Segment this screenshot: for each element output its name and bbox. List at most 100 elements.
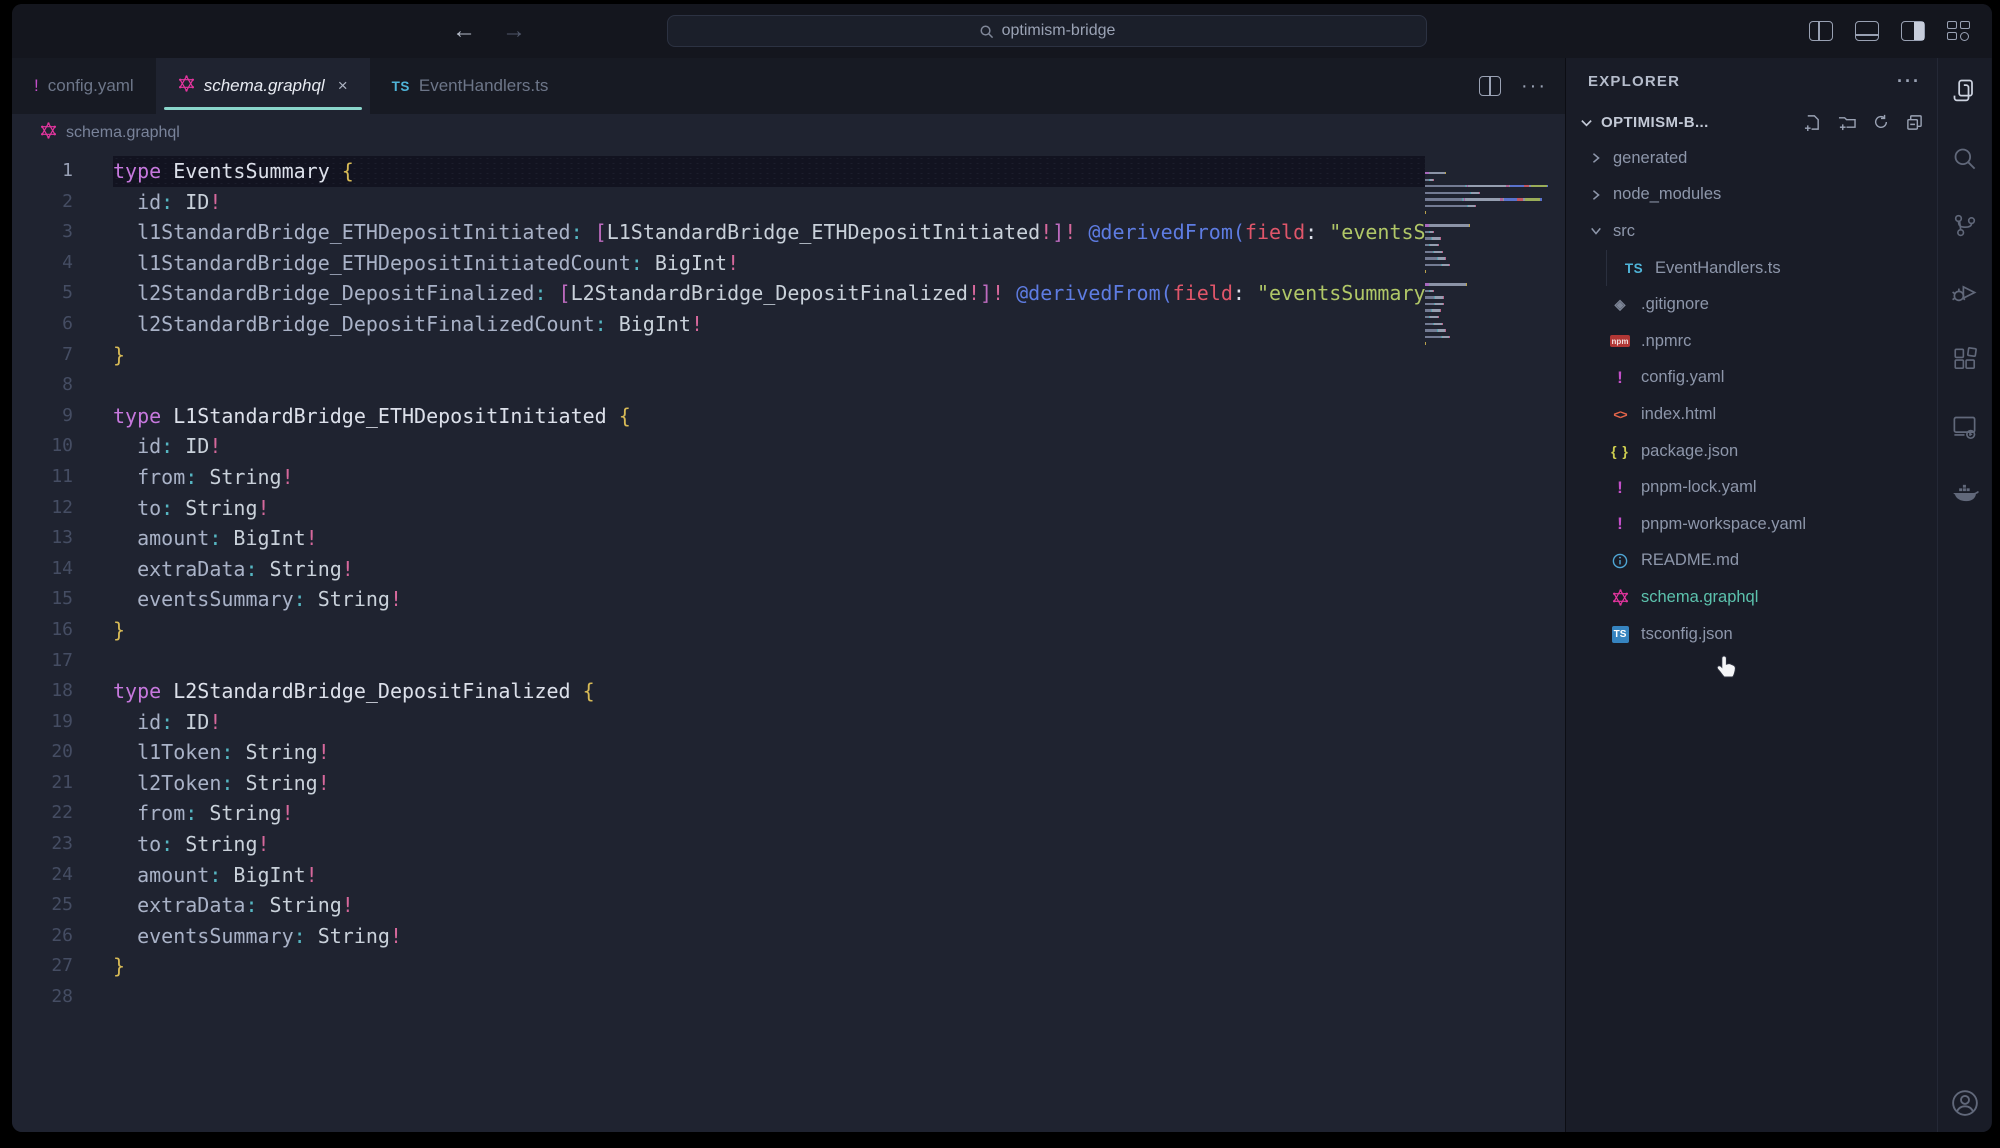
code-line: 5 l2StandardBridge_DepositFinalized: [L2…: [12, 278, 1425, 309]
customize-layout-icon[interactable]: [1947, 21, 1970, 41]
file-package.json[interactable]: { }package.json: [1566, 433, 1937, 470]
file-README.md[interactable]: README.md: [1566, 543, 1937, 580]
line-number: 15: [12, 584, 73, 615]
code-line: 1type EventsSummary {: [12, 156, 1425, 187]
line-number: 6: [12, 309, 73, 340]
line-number: 12: [12, 493, 73, 524]
line-number: 5: [12, 278, 73, 309]
code-line: 26 eventsSummary: String!: [12, 921, 1425, 952]
tree-item-label: pnpm-workspace.yaml: [1641, 515, 1806, 534]
refresh-icon[interactable]: [1873, 114, 1889, 130]
tree-item-label: schema.graphql: [1641, 588, 1758, 607]
nav-back-icon[interactable]: ←: [452, 17, 476, 45]
line-number: 3: [12, 217, 73, 248]
folder-generated[interactable]: generated: [1566, 140, 1937, 177]
tree-item-label: src: [1613, 222, 1635, 241]
code-line: 28: [12, 982, 1425, 1013]
project-root-row[interactable]: OPTIMISM-B...: [1566, 104, 1937, 140]
search-value: optimism-bridge: [1002, 22, 1116, 40]
exclaim-icon: !: [1610, 368, 1630, 388]
tab-bar: !config.yaml schema.graphql × TSEventHandle…: [12, 58, 1565, 114]
editor-more-actions-icon[interactable]: ···: [1521, 75, 1547, 98]
tree-item-label: tsconfig.json: [1641, 625, 1733, 644]
explorer-icon[interactable]: [1950, 76, 1980, 106]
remote-explorer-icon[interactable]: [1950, 411, 1980, 441]
new-file-icon[interactable]: [1804, 114, 1821, 131]
vscode-window: ← → optimism-bridge ! config.yaml schema.g…: [12, 4, 1992, 1132]
file-tsconfig.json[interactable]: TS tsconfig.json: [1566, 616, 1937, 653]
toggle-panel-icon[interactable]: [1855, 21, 1879, 41]
tree-item-label: README.md: [1641, 551, 1739, 570]
file-.gitignore[interactable]: ◈.gitignore: [1566, 286, 1937, 323]
account-icon[interactable]: [1950, 1088, 1980, 1118]
source-control-icon[interactable]: [1950, 210, 1980, 240]
html-icon: <>: [1610, 407, 1630, 422]
file-schema.graphql[interactable]: schema.graphql: [1566, 579, 1937, 616]
tab-EventHandlers.ts[interactable]: TSEventHandlers.ts: [370, 58, 571, 114]
tab-schema.graphql[interactable]: schema.graphql ×: [156, 58, 370, 114]
file-config.yaml[interactable]: ! config.yaml: [1566, 360, 1937, 397]
line-number: 14: [12, 554, 73, 585]
code-line: 25 extraData: String!: [12, 890, 1425, 921]
extensions-icon[interactable]: [1950, 344, 1980, 374]
tree-item-label: node_modules: [1613, 185, 1721, 204]
toggle-primary-sidebar-icon[interactable]: [1809, 21, 1833, 41]
tab-label: schema.graphql: [204, 76, 325, 96]
line-number: 13: [12, 523, 73, 554]
split-editor-icon[interactable]: [1479, 76, 1501, 96]
braces-icon: { }: [1610, 443, 1630, 459]
new-folder-icon[interactable]: [1838, 114, 1856, 131]
graphql-icon: [178, 75, 195, 97]
line-number: 28: [12, 982, 73, 1013]
yaml-exclaim-icon: !: [34, 76, 39, 96]
code-line: 11 from: String!: [12, 462, 1425, 493]
typescript-icon: TS: [392, 76, 410, 96]
code-line: 18type L2StandardBridge_DepositFinalized…: [12, 676, 1425, 707]
line-number: 10: [12, 431, 73, 462]
code-line: 23 to: String!: [12, 829, 1425, 860]
minimap[interactable]: [1425, 170, 1558, 353]
diamond-icon: ◈: [1610, 296, 1630, 313]
line-number: 1: [12, 156, 73, 187]
file-pnpm-lock.yaml[interactable]: !pnpm-lock.yaml: [1566, 469, 1937, 506]
code-line: 19 id: ID!: [12, 707, 1425, 738]
explorer-more-actions-icon[interactable]: ···: [1897, 71, 1921, 92]
file-index.html[interactable]: <>index.html: [1566, 396, 1937, 433]
code-line: 9type L1StandardBridge_ETHDepositInitiat…: [12, 401, 1425, 432]
ts-badge-icon: TS: [1610, 626, 1630, 643]
line-number: 25: [12, 890, 73, 921]
line-number: 21: [12, 768, 73, 799]
command-center-search[interactable]: optimism-bridge: [667, 15, 1427, 47]
file-.npmrc[interactable]: npm.npmrc: [1566, 323, 1937, 360]
breadcrumb[interactable]: schema.graphql: [12, 114, 1565, 152]
code-line: 4 l1StandardBridge_ETHDepositInitiatedCo…: [12, 248, 1425, 279]
tab-close-icon[interactable]: ×: [338, 76, 348, 96]
graphql-icon: [1610, 589, 1630, 606]
docker-icon[interactable]: [1950, 478, 1980, 508]
file-EventHandlers.ts[interactable]: TSEventHandlers.ts: [1566, 250, 1937, 287]
folder-node_modules[interactable]: node_modules: [1566, 177, 1937, 214]
tab-config.yaml[interactable]: !config.yaml: [12, 58, 156, 114]
collapse-folders-icon[interactable]: [1906, 114, 1923, 131]
line-number: 27: [12, 951, 73, 982]
line-number: 24: [12, 860, 73, 891]
explorer-title: EXPLORER: [1588, 73, 1680, 90]
line-number: 26: [12, 921, 73, 952]
line-number: 17: [12, 646, 73, 677]
run-debug-icon[interactable]: [1950, 277, 1980, 307]
folder-src[interactable]: src: [1566, 213, 1937, 250]
ts-letters-icon: TS: [1624, 261, 1644, 276]
explorer-sidebar: EXPLORER ··· OPTIMISM-B... generated node…: [1565, 58, 1937, 1132]
line-number: 7: [12, 340, 73, 371]
line-number: 19: [12, 707, 73, 738]
code-editor[interactable]: 1type EventsSummary {2 id: ID!3 l1Standa…: [12, 152, 1565, 1132]
tree-item-label: .npmrc: [1641, 332, 1691, 351]
search-icon[interactable]: [1950, 143, 1980, 173]
code-line: 16}: [12, 615, 1425, 646]
nav-forward-icon[interactable]: →: [502, 17, 526, 45]
tree-item-label: config.yaml: [1641, 368, 1724, 387]
file-pnpm-workspace.yaml[interactable]: !pnpm-workspace.yaml: [1566, 506, 1937, 543]
search-icon: [979, 24, 994, 39]
code-line: 17: [12, 646, 1425, 677]
toggle-secondary-sidebar-icon[interactable]: [1901, 21, 1925, 41]
